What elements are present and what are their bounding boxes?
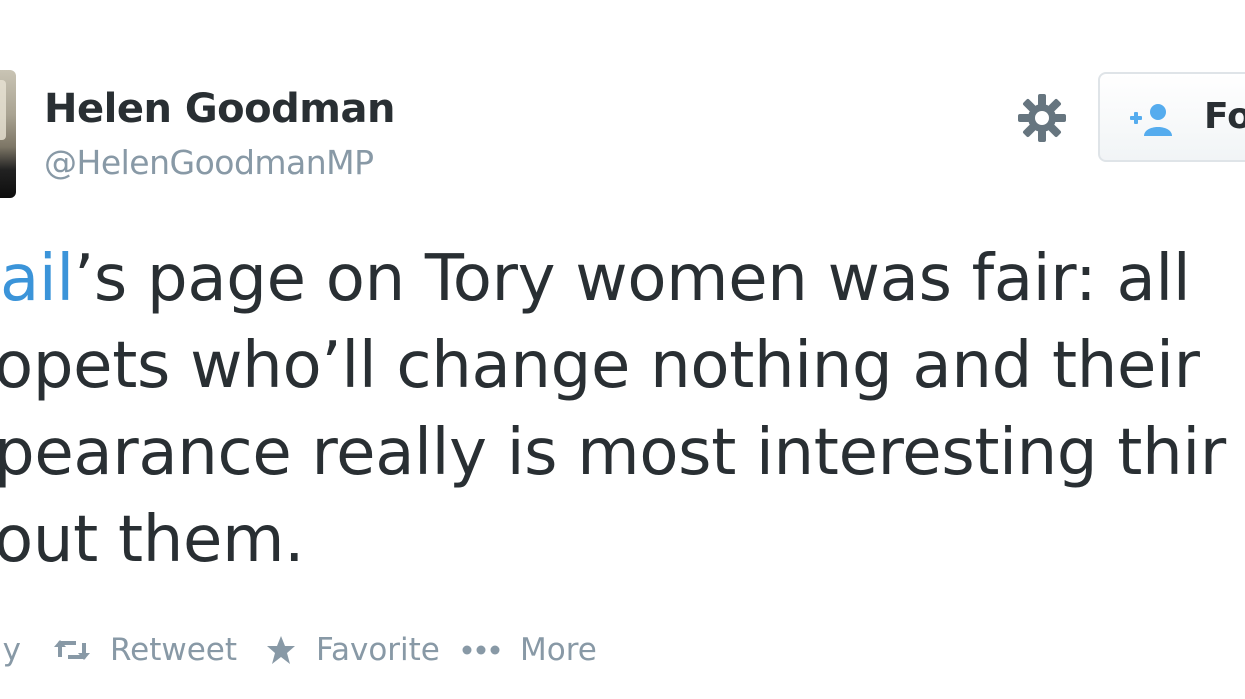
more-label: More bbox=[520, 632, 597, 668]
retweet-label: Retweet bbox=[110, 632, 238, 668]
favorite-label: Favorite bbox=[316, 632, 440, 668]
more-action[interactable]: More bbox=[462, 628, 612, 676]
author-name[interactable]: Helen Goodman bbox=[44, 86, 395, 132]
mention-link[interactable]: ail bbox=[0, 242, 74, 316]
tweet-line-1: ail’s page on Tory women was fair: all bbox=[0, 242, 1191, 316]
follow-label: Fo bbox=[1204, 96, 1245, 137]
author-handle[interactable]: @HelenGoodmanMP bbox=[44, 143, 374, 182]
gear-icon[interactable] bbox=[1016, 92, 1068, 144]
reply-label: ly bbox=[0, 632, 21, 668]
tweet-line-3: pearance really is most interesting thir bbox=[0, 416, 1226, 490]
tweet-line-4: out them. bbox=[0, 503, 305, 577]
tweet-text: ail’s page on Tory women was fair: all o… bbox=[0, 236, 1245, 584]
retweet-action[interactable]: Retweet bbox=[52, 628, 252, 676]
more-dots-icon bbox=[462, 645, 500, 655]
star-icon bbox=[267, 636, 295, 664]
follow-button[interactable]: Fo bbox=[1098, 72, 1245, 162]
tweet-actions: ly Retweet Favorite bbox=[0, 628, 1245, 676]
avatar[interactable] bbox=[0, 70, 16, 198]
tweet-card: Helen Goodman @HelenGoodmanMP Fo ail’s p… bbox=[0, 0, 1245, 699]
retweet-icon bbox=[54, 640, 90, 660]
tweet-line-2: opets who’ll change nothing and their bbox=[0, 329, 1200, 403]
favorite-action[interactable]: Favorite bbox=[266, 628, 446, 676]
add-user-icon bbox=[1130, 104, 1172, 136]
